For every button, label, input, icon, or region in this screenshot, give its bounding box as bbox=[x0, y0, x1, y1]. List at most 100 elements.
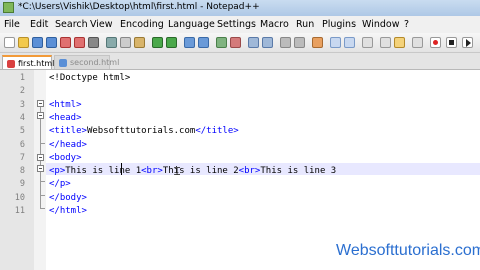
fold-toggle-p[interactable] bbox=[37, 165, 44, 172]
undo-icon[interactable] bbox=[152, 37, 163, 48]
zoom-out-icon[interactable] bbox=[230, 37, 241, 48]
title-bar: *C:\Users\Vishik\Desktop\html\first.html… bbox=[0, 0, 480, 16]
html-tag-token: <head> bbox=[49, 112, 82, 123]
menu-view[interactable]: View bbox=[90, 19, 113, 30]
saved-file-icon bbox=[59, 59, 67, 67]
code-line[interactable]: <p>This is line 1<br>This is line 2<br>T… bbox=[49, 165, 336, 177]
fold-toggle-head[interactable] bbox=[37, 112, 44, 119]
fold-end-head bbox=[40, 143, 45, 144]
unsaved-file-icon bbox=[7, 60, 15, 68]
notepadpp-app-icon bbox=[3, 2, 14, 13]
paste-icon[interactable] bbox=[134, 37, 145, 48]
menu-settings[interactable]: Settings bbox=[217, 19, 256, 30]
copy-icon[interactable] bbox=[120, 37, 131, 48]
find-icon[interactable] bbox=[184, 37, 195, 48]
html-tag-token: <body> bbox=[49, 152, 82, 163]
line-number: 4 bbox=[19, 112, 25, 123]
window-title: *C:\Users\Vishik\Desktop\html\first.html… bbox=[18, 2, 260, 12]
text-caret bbox=[121, 163, 122, 175]
text-token: <!Doctype html> bbox=[49, 73, 131, 83]
menu-encoding[interactable]: Encoding bbox=[120, 19, 164, 30]
html-tag-token: </p> bbox=[49, 179, 71, 190]
line-number: 2 bbox=[19, 86, 25, 97]
open-folder-icon[interactable] bbox=[18, 37, 29, 48]
html-tag-token: </head> bbox=[49, 139, 87, 150]
html-tag-token: <p> bbox=[49, 166, 66, 177]
zoom-in-icon[interactable] bbox=[216, 37, 227, 48]
text-token: This is line 3 bbox=[260, 166, 337, 177]
line-number: 9 bbox=[19, 179, 25, 190]
menu-language[interactable]: Language bbox=[168, 19, 215, 30]
line-number: 8 bbox=[19, 166, 25, 177]
stop-macro-icon[interactable] bbox=[446, 37, 457, 48]
tab-bar: first.html second.html bbox=[0, 53, 480, 70]
line-number: 6 bbox=[19, 139, 25, 150]
html-tag-token: <br> bbox=[141, 166, 163, 177]
menu-plugins[interactable]: Plugins bbox=[322, 19, 356, 30]
cut-icon[interactable] bbox=[106, 37, 117, 48]
all-chars-icon[interactable] bbox=[280, 37, 291, 48]
function-list-icon[interactable] bbox=[344, 37, 355, 48]
replace-icon[interactable] bbox=[198, 37, 209, 48]
doc-map-icon[interactable] bbox=[330, 37, 341, 48]
highlight-icon[interactable] bbox=[394, 37, 405, 48]
text-token: Websofttutorials.com bbox=[86, 126, 196, 137]
settings-icon[interactable] bbox=[412, 37, 423, 48]
sync-scroll-icon[interactable] bbox=[248, 37, 259, 48]
line-number: 1 bbox=[19, 73, 25, 83]
play-macro-icon[interactable] bbox=[462, 37, 473, 48]
ibeam-cursor-icon: Ɪ bbox=[174, 165, 181, 178]
menu-file[interactable]: File bbox=[4, 19, 20, 30]
tab-first-html[interactable]: first.html bbox=[2, 55, 55, 69]
html-tag-token: <html> bbox=[49, 99, 82, 110]
tab-label: first.html bbox=[18, 59, 55, 68]
print-icon[interactable] bbox=[88, 37, 99, 48]
fold-end-body bbox=[40, 195, 45, 196]
code-line[interactable]: <title>Websofttutorials.com</title> bbox=[49, 125, 239, 137]
line-number: 7 bbox=[19, 152, 25, 163]
udl-icon[interactable] bbox=[312, 37, 323, 48]
monitoring-icon[interactable] bbox=[380, 37, 391, 48]
line-number: 5 bbox=[19, 126, 25, 137]
save-all-icon[interactable] bbox=[46, 37, 57, 48]
code-line[interactable]: <html> bbox=[49, 99, 82, 111]
line-number: 11 bbox=[14, 206, 25, 216]
code-line[interactable]: </body> bbox=[49, 192, 87, 204]
code-line[interactable]: <body> bbox=[49, 152, 82, 164]
tab-label: second.html bbox=[70, 58, 120, 67]
tab-second-html[interactable]: second.html bbox=[54, 55, 119, 69]
save-icon[interactable] bbox=[32, 37, 43, 48]
folder-workspace-icon[interactable] bbox=[362, 37, 373, 48]
fold-toggle-html[interactable] bbox=[37, 100, 44, 107]
menu-run[interactable]: Run bbox=[296, 19, 314, 30]
html-tag-token: <title> bbox=[49, 126, 87, 137]
code-line[interactable]: </head> bbox=[49, 139, 87, 151]
toolbar bbox=[0, 33, 480, 53]
fold-end-html bbox=[40, 208, 45, 209]
record-macro-icon[interactable] bbox=[430, 37, 441, 48]
watermark: Websofttutorials.com bbox=[336, 242, 480, 259]
html-tag-token: <br> bbox=[238, 166, 261, 177]
html-tag-token: </body> bbox=[49, 192, 87, 203]
redo-icon[interactable] bbox=[166, 37, 177, 48]
code-line[interactable]: <head> bbox=[49, 112, 82, 124]
html-tag-token: </html> bbox=[49, 206, 87, 216]
indent-guide-icon[interactable] bbox=[294, 37, 305, 48]
code-line[interactable]: </p> bbox=[49, 178, 71, 190]
menu-search[interactable]: Search bbox=[55, 19, 88, 30]
word-wrap-icon[interactable] bbox=[262, 37, 273, 48]
fold-toggle-body[interactable] bbox=[37, 154, 44, 161]
line-number: 10 bbox=[14, 192, 25, 203]
menu-edit[interactable]: Edit bbox=[30, 19, 48, 30]
html-tag-token: </title> bbox=[195, 126, 239, 137]
menu-window[interactable]: Window bbox=[362, 19, 399, 30]
menu-help[interactable]: ? bbox=[404, 19, 409, 30]
fold-end-p bbox=[40, 181, 45, 182]
code-line[interactable]: <!Doctype html> bbox=[49, 72, 130, 84]
line-number: 3 bbox=[19, 99, 25, 110]
close-all-icon[interactable] bbox=[74, 37, 85, 48]
new-file-icon[interactable] bbox=[4, 37, 15, 48]
menu-macro[interactable]: Macro bbox=[260, 19, 289, 30]
code-line[interactable]: </html> bbox=[49, 205, 87, 217]
close-icon[interactable] bbox=[60, 37, 71, 48]
